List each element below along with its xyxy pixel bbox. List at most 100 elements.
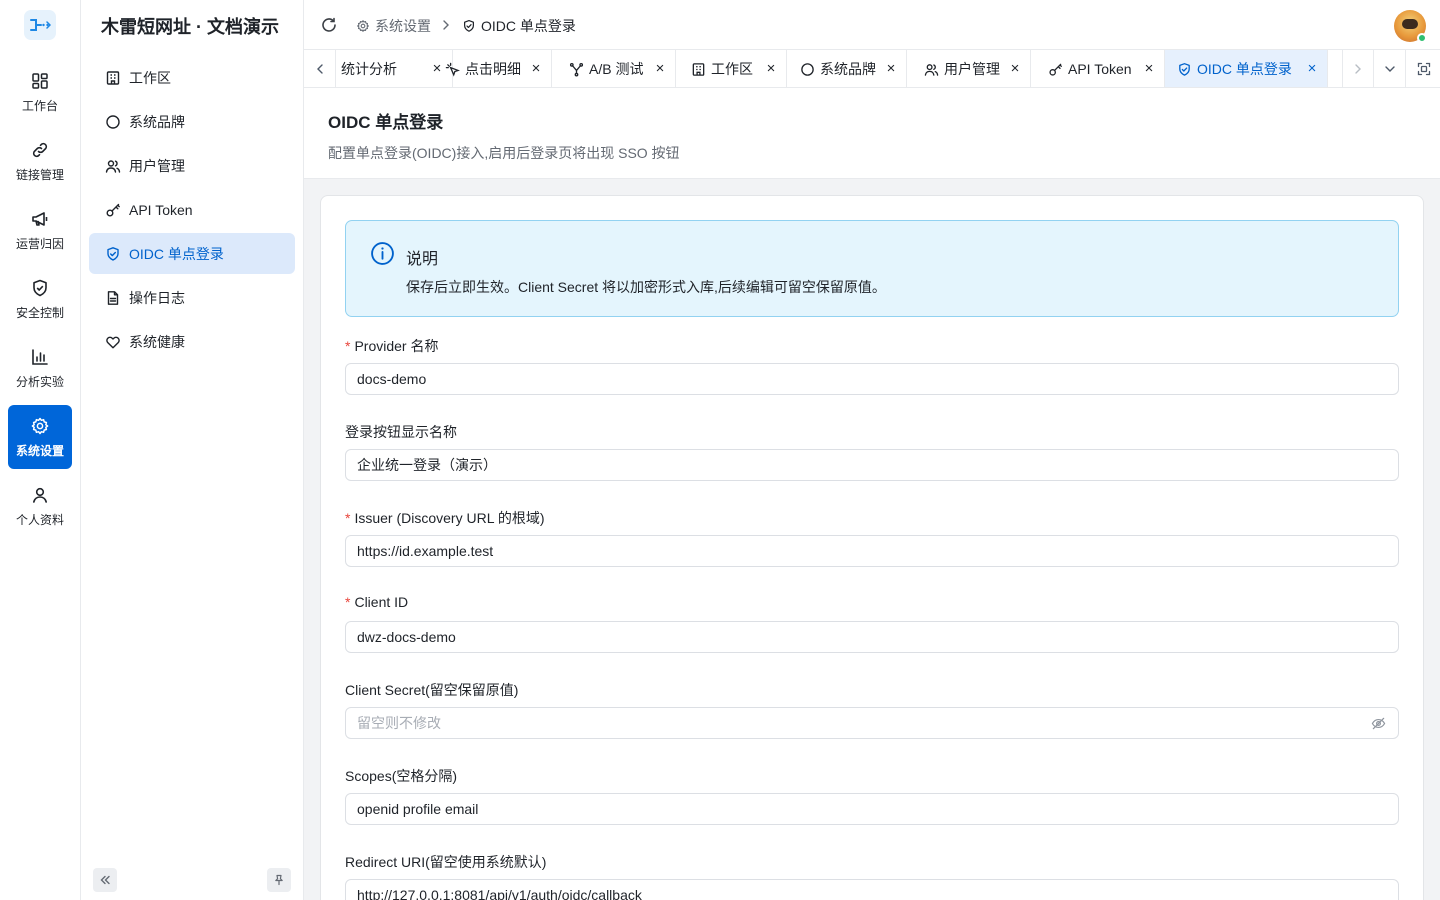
sidebar-item-label: 工作区 xyxy=(129,69,171,86)
bar-chart-icon xyxy=(32,348,48,365)
rail-item-label: 系统设置 xyxy=(15,443,64,458)
rail-item-dashboard[interactable]: 工作台 xyxy=(8,60,72,124)
shield-check-icon xyxy=(107,246,119,261)
breadcrumb-settings[interactable]: 系统设置 xyxy=(356,16,431,36)
close-icon[interactable]: × xyxy=(653,61,667,76)
tabs-bar: 统计分析 × 点击明细 × A/B 测试 × 工作区 × 系统品牌 × 用户管理… xyxy=(304,50,1440,88)
chevron-right-icon xyxy=(443,20,449,30)
rail-item-attribution[interactable]: 运营归因 xyxy=(8,198,72,262)
tab-workspace[interactable]: 工作区 × xyxy=(679,50,787,87)
close-icon[interactable]: × xyxy=(764,61,778,76)
tab-oidc[interactable]: OIDC 单点登录 × xyxy=(1165,50,1328,87)
rail-item-analytics[interactable]: 分析实验 xyxy=(8,336,72,400)
chevron-down-icon xyxy=(1384,66,1395,72)
tab-label: 工作区 xyxy=(711,61,753,77)
notice-text: 保存后立即生效。Client Secret 将以加密形式入库,后续编辑可留空保留… xyxy=(406,279,886,295)
sidebar-item-label: 系统健康 xyxy=(129,333,185,350)
tabs-scroll-left-button[interactable] xyxy=(304,50,336,87)
breadcrumb-label: 系统设置 xyxy=(375,18,431,34)
close-icon[interactable]: × xyxy=(529,61,543,76)
sidebar-item-workspace[interactable]: 工作区 xyxy=(89,57,295,98)
scopes-input[interactable]: openid profile email xyxy=(345,793,1399,825)
tab-label: OIDC 单点登录 xyxy=(1197,61,1292,77)
pin-sidebar-button[interactable] xyxy=(267,868,291,892)
pin-icon xyxy=(275,874,283,886)
settings-sidebar: 木雷短网址 · 文档演示 工作区 系统品牌 用户管理 API Token OID… xyxy=(81,0,304,900)
client-secret-placeholder: 留空则不修改 xyxy=(357,715,441,731)
tabs-menu-button[interactable] xyxy=(1374,50,1406,87)
info-icon xyxy=(371,242,394,265)
client-secret-input[interactable]: 留空则不修改 xyxy=(345,707,1399,739)
required-mark: * xyxy=(345,510,351,526)
rail-item-label: 工作台 xyxy=(21,98,58,113)
sidebar-item-label: API Token xyxy=(129,201,193,218)
provider-input[interactable]: docs-demo xyxy=(345,363,1399,395)
avatar-face xyxy=(1402,19,1418,29)
rail-item-label: 个人资料 xyxy=(15,512,64,527)
users-icon xyxy=(924,63,939,76)
building-icon xyxy=(106,70,120,85)
client-id-input[interactable]: dwz-docs-demo xyxy=(345,621,1399,653)
sidebar-item-branding[interactable]: 系统品牌 xyxy=(89,101,295,142)
redirect-uri-label: Redirect URI(留空使用系统默认) xyxy=(345,852,546,872)
required-mark: * xyxy=(345,594,351,610)
eye-off-icon[interactable] xyxy=(1371,716,1386,731)
button-name-input[interactable]: 企业统一登录（演示） xyxy=(345,449,1399,481)
sidebar-item-users[interactable]: 用户管理 xyxy=(89,145,295,186)
rail-item-security[interactable]: 安全控制 xyxy=(8,267,72,331)
tab-api-token[interactable]: API Token × xyxy=(1036,50,1165,87)
primary-rail: 工作台 链接管理 运营归因 安全控制 分析实验 系统设置 个人资料 xyxy=(0,0,81,900)
dashboard-icon xyxy=(32,72,48,89)
user-icon xyxy=(33,487,47,503)
redirect-uri-input[interactable]: http://127.0.0.1:8081/api/v1/auth/oidc/c… xyxy=(345,879,1399,900)
tab-click-details[interactable]: 点击明细 × xyxy=(433,50,552,87)
sidebar-item-label: 用户管理 xyxy=(129,157,185,174)
close-icon[interactable]: × xyxy=(1142,61,1156,76)
app-title: 木雷短网址 · 文档演示 xyxy=(101,17,279,37)
tab-branding[interactable]: 系统品牌 × xyxy=(788,50,907,87)
app-logo-icon[interactable] xyxy=(24,10,56,40)
scopes-label: Scopes(空格分隔) xyxy=(345,766,457,786)
close-icon[interactable]: × xyxy=(1008,61,1022,76)
sidebar-item-label: 系统品牌 xyxy=(129,113,185,130)
rail-item-label: 运营归因 xyxy=(15,236,64,251)
top-header: 系统设置 OIDC 单点登录 xyxy=(304,0,1440,50)
link-icon xyxy=(32,142,48,157)
info-notice: 说明 保存后立即生效。Client Secret 将以加密形式入库,后续编辑可留… xyxy=(345,220,1399,317)
redirect-uri-label-text: Redirect URI(留空使用系统默认) xyxy=(345,854,547,870)
rail-item-label: 链接管理 xyxy=(15,167,64,182)
refresh-icon[interactable] xyxy=(320,16,338,34)
sidebar-item-health[interactable]: 系统健康 xyxy=(89,321,295,362)
user-avatar[interactable] xyxy=(1394,10,1427,43)
close-icon[interactable]: × xyxy=(1305,61,1319,76)
fullscreen-icon xyxy=(1417,62,1431,76)
notice-title: 说明 xyxy=(406,251,439,268)
sidebar-item-label: 操作日志 xyxy=(129,289,185,306)
collapse-sidebar-button[interactable] xyxy=(93,868,117,892)
tab-users[interactable]: 用户管理 × xyxy=(912,50,1031,87)
client-id-label-text: Client ID xyxy=(354,594,409,610)
chevron-right-icon xyxy=(1355,64,1361,74)
online-status-dot xyxy=(1417,33,1427,43)
sidebar-item-oidc[interactable]: OIDC 单点登录 xyxy=(89,233,295,274)
button-name-label: 登录按钮显示名称 xyxy=(345,422,457,442)
tabs-scroll-right-button[interactable] xyxy=(1342,50,1374,87)
close-icon[interactable]: × xyxy=(884,61,898,76)
split-icon xyxy=(569,62,584,77)
page-description: 配置单点登录(OIDC)接入,启用后登录页将出现 SSO 按钮 xyxy=(328,145,680,161)
breadcrumb-oidc: OIDC 单点登录 xyxy=(462,16,576,36)
required-mark: * xyxy=(345,338,351,354)
gear-icon xyxy=(357,20,369,32)
sidebar-item-api-token[interactable]: API Token xyxy=(89,189,295,230)
megaphone-icon xyxy=(32,211,48,226)
rail-item-links[interactable]: 链接管理 xyxy=(8,129,72,193)
rail-item-settings[interactable]: 系统设置 xyxy=(8,405,72,469)
sidebar-item-audit-log[interactable]: 操作日志 xyxy=(89,277,295,318)
button-name-label-text: 登录按钮显示名称 xyxy=(345,424,457,440)
shield-icon xyxy=(33,279,47,296)
fullscreen-button[interactable] xyxy=(1408,50,1440,87)
issuer-input[interactable]: https://id.example.test xyxy=(345,535,1399,567)
rail-item-profile[interactable]: 个人资料 xyxy=(8,474,72,538)
client-secret-label-text: Client Secret(留空保留原值) xyxy=(345,682,519,698)
tab-ab-test[interactable]: A/B 测试 × xyxy=(557,50,676,87)
